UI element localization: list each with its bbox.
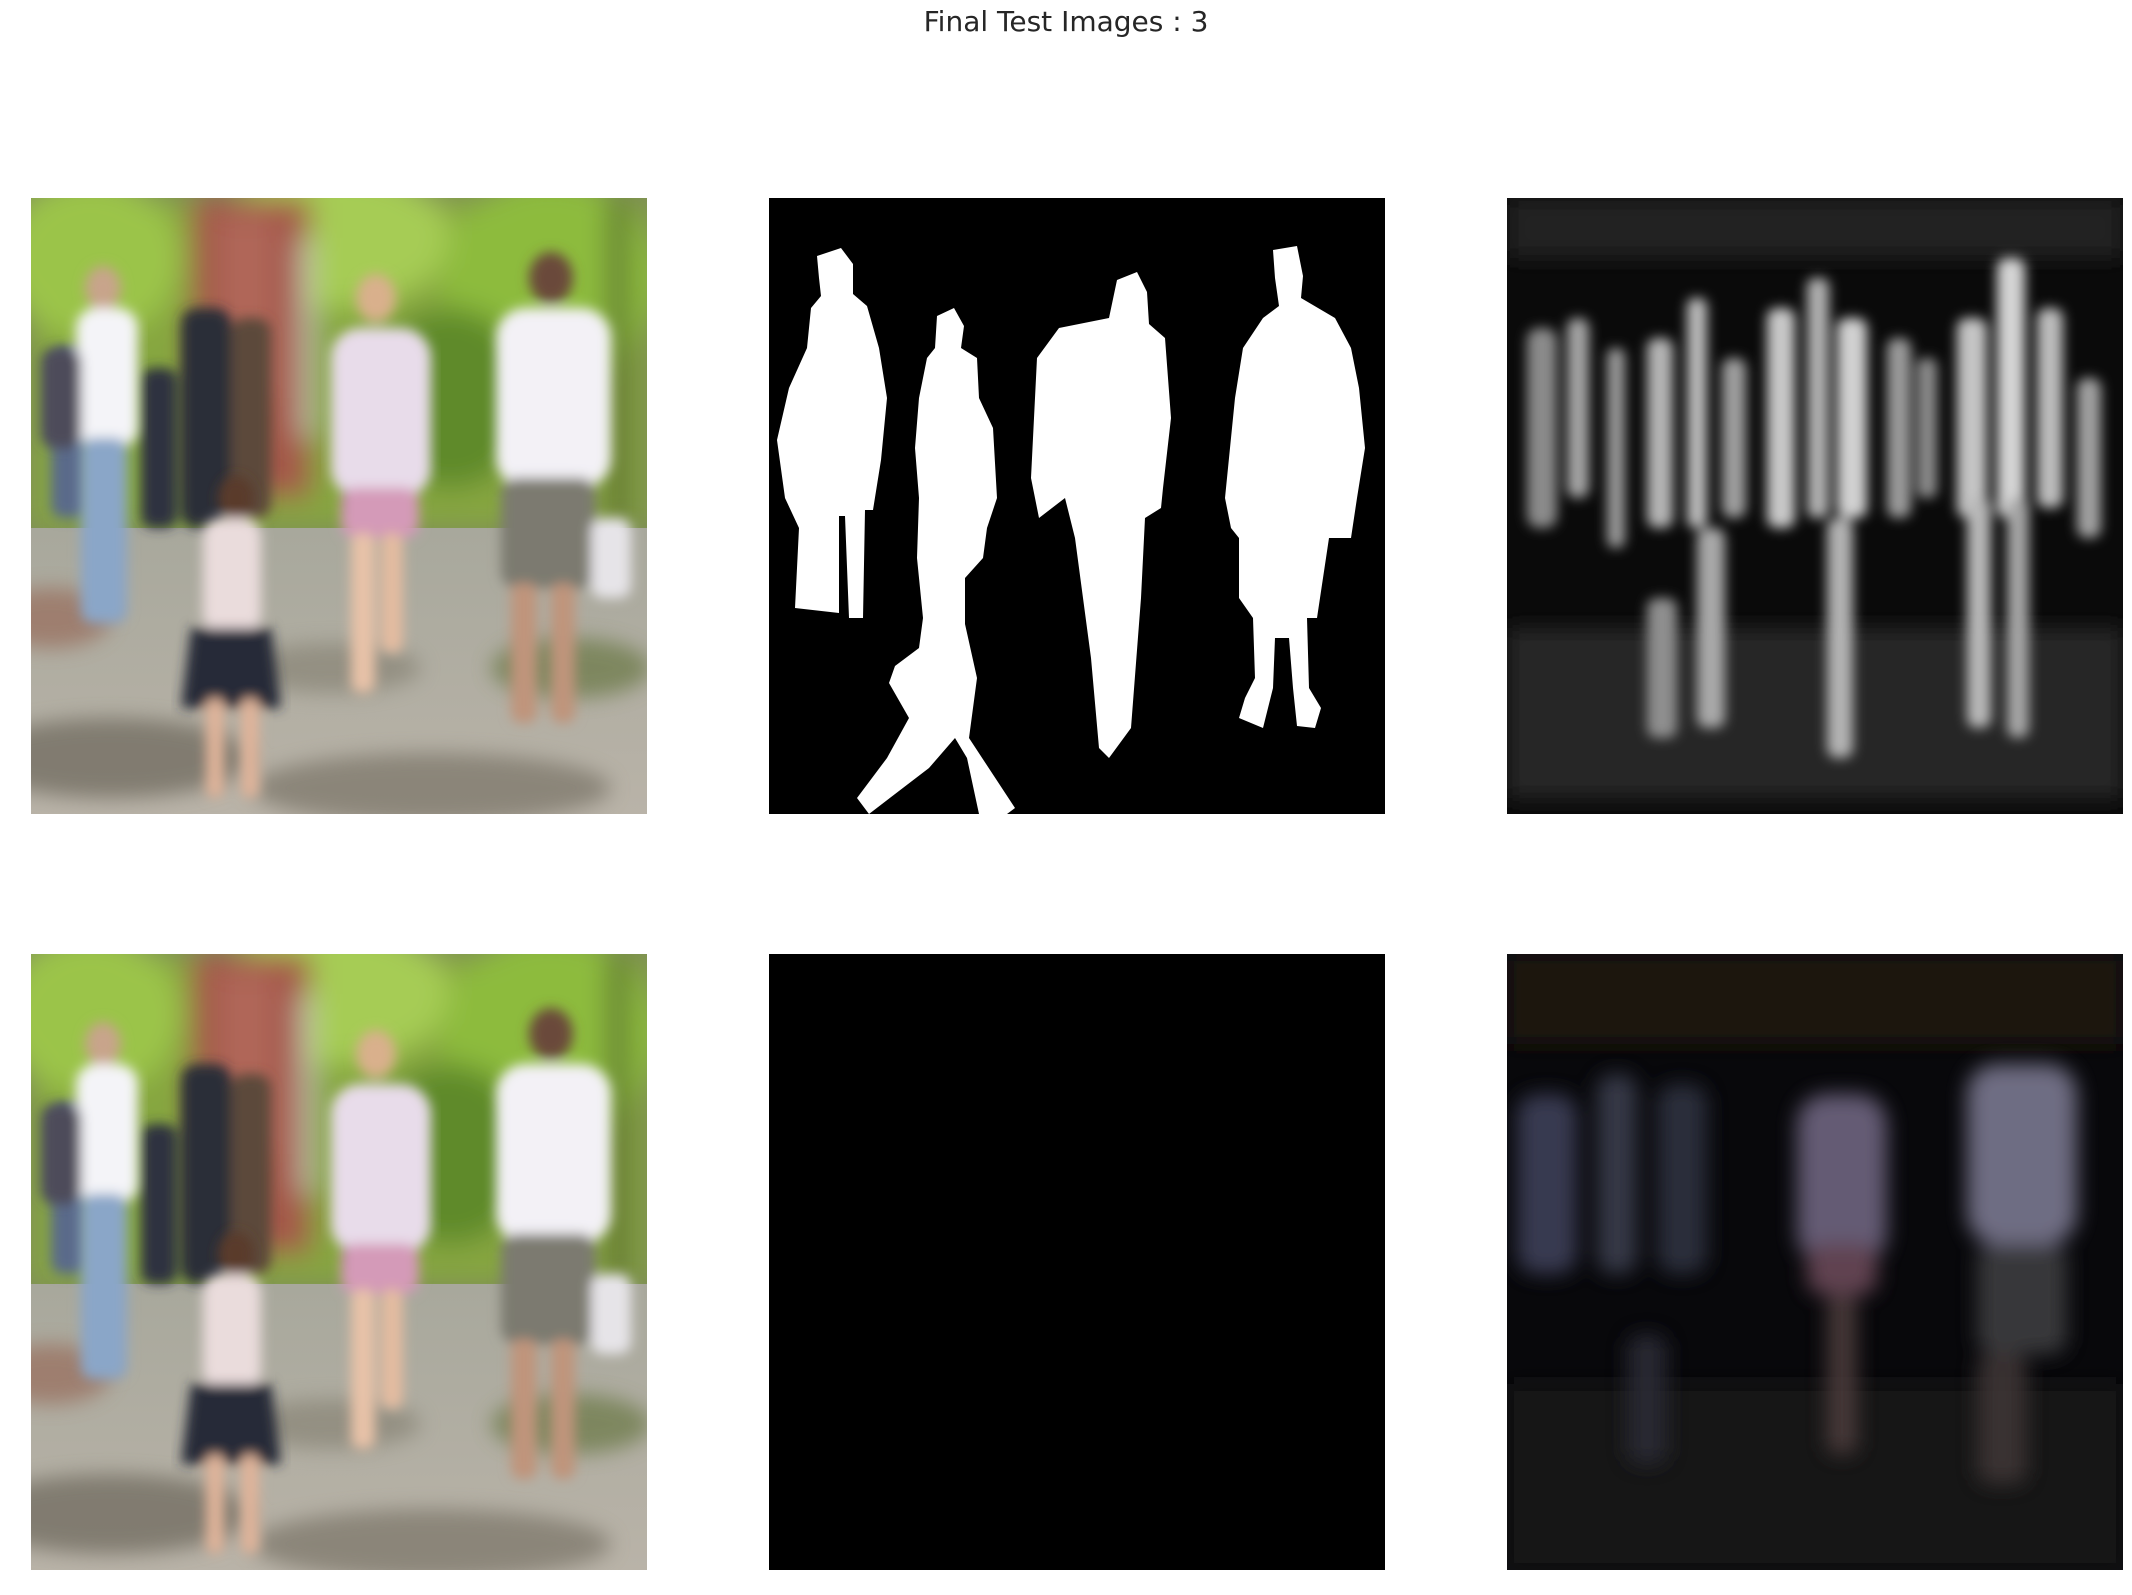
ground-truth-overlay-panel bbox=[769, 954, 1385, 1570]
input-image bbox=[31, 198, 647, 814]
figure-title: Final Test Images : 3 bbox=[923, 5, 1209, 38]
ground-truth-mask-panel bbox=[769, 198, 1385, 814]
ground-truth-mask bbox=[769, 198, 1385, 814]
predicted-mask-panel bbox=[1507, 198, 2123, 814]
predicted-overlay bbox=[1507, 954, 2123, 1570]
input-image-panel bbox=[31, 198, 647, 814]
ground-truth-overlay bbox=[769, 954, 1385, 1570]
predicted-mask bbox=[1507, 198, 2123, 814]
predicted-overlay-panel bbox=[1507, 954, 2123, 1570]
input-image-repeat-panel bbox=[31, 954, 647, 1570]
input-image-repeat bbox=[31, 954, 647, 1570]
